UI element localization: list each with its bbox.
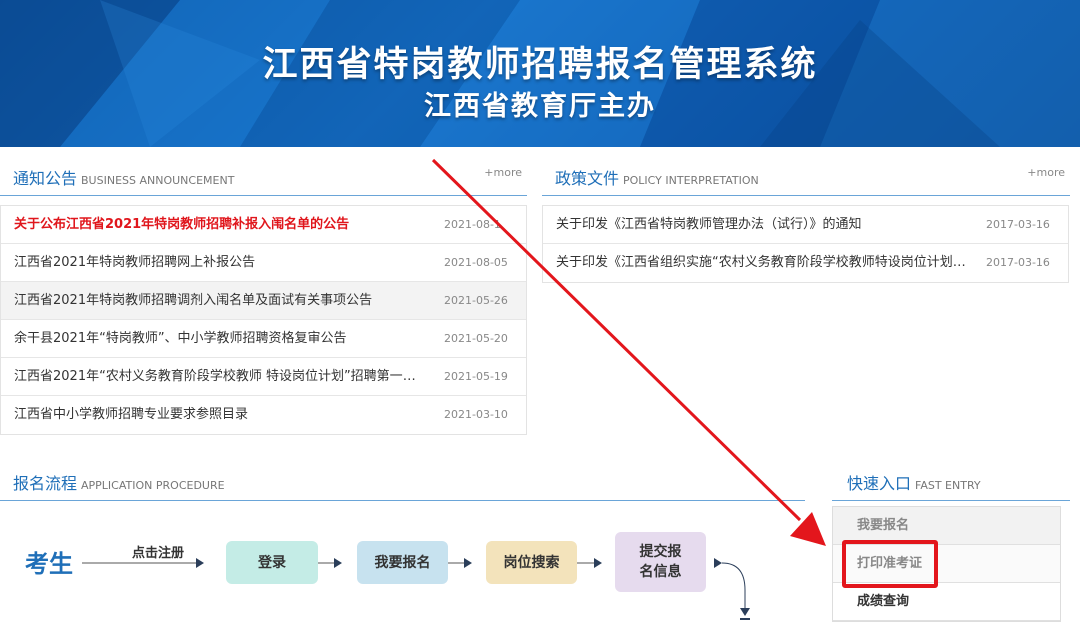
procedure-title: 报名流程 APPLICATION PROCEDURE [13,474,225,493]
policy-list: 关于印发《江西省特岗教师管理办法（试行）》的通知 2017-03-16 关于印发… [542,205,1069,283]
policy-item-date: 2017-03-16 [986,218,1050,231]
notice-title[interactable]: 余干县2021年“特岗教师”、中小学教师招聘资格复审公告 [14,320,434,358]
notice-item[interactable]: 江西省中小学教师招聘专业要求参照目录 2021-03-10 [1,396,526,434]
policy-item-title[interactable]: 关于印发《江西省组织实施“农村义务教育阶段学校教师特设岗位计划”… [556,244,971,282]
notice-item[interactable]: 江西省2021年特岗教师招聘网上补报公告 2021-08-05 [1,244,526,282]
notice-item[interactable]: 江西省2021年特岗教师招聘调剂入闱名单及面试有关事项公告 2021-05-26 [1,282,526,320]
site-subtitle: 江西省教育厅主办 [424,91,656,122]
procedure-title-en: APPLICATION PROCEDURE [81,479,225,492]
notices-more-link[interactable]: +more [484,166,522,179]
notices-title-en: BUSINESS ANNOUNCEMENT [81,174,235,187]
fast-entry-title: 快速入口 FAST ENTRY [847,474,981,493]
notice-title[interactable]: 关于公布江西省2021年特岗教师招聘补报入闱名单的公告 [14,206,434,244]
header-banner: 江西省特岗教师招聘报名管理系统 江西省教育厅主办 [0,0,1080,147]
notice-title[interactable]: 江西省2021年特岗教师招聘调剂入闱名单及面试有关事项公告 [14,282,434,320]
policy-item[interactable]: 关于印发《江西省组织实施“农村义务教育阶段学校教师特设岗位计划”… 2017-0… [543,244,1068,282]
policy-item[interactable]: 关于印发《江西省特岗教师管理办法（试行）》的通知 2017-03-16 [543,206,1068,244]
notice-item[interactable]: 关于公布江西省2021年特岗教师招聘补报入闱名单的公告 2021-08-1 [1,206,526,244]
policy-title-en: POLICY INTERPRETATION [623,174,759,187]
notice-item[interactable]: 余干县2021年“特岗教师”、中小学教师招聘资格复审公告 2021-05-20 [1,320,526,358]
policy-title: 政策文件 POLICY INTERPRETATION [555,169,759,188]
notice-title[interactable]: 江西省2021年特岗教师招聘网上补报公告 [14,244,434,282]
notices-title: 通知公告 BUSINESS ANNOUNCEMENT [13,169,235,188]
notice-date: 2021-05-20 [444,332,508,345]
step-submit-info[interactable]: 提交报 名信息 [615,532,706,592]
policy-header: 政策文件 POLICY INTERPRETATION +more [542,147,1070,196]
fast-entry-header: 快速入口 FAST ENTRY [832,452,1070,501]
fast-entry-title-en: FAST ENTRY [915,479,981,492]
procedure-flow: 考生 点击注册 登录 我要报名 岗位搜索 提交报 名信息 [0,500,805,627]
step-login[interactable]: 登录 [226,541,318,584]
notice-date: 2021-08-1 [444,218,501,231]
notices-list: 关于公布江西省2021年特岗教师招聘补报入闱名单的公告 2021-08-1 江西… [0,205,527,435]
step-position-search[interactable]: 岗位搜索 [486,541,577,584]
highlight-box [842,540,938,588]
site-title: 江西省特岗教师招聘报名管理系统 [262,45,818,85]
notice-title[interactable]: 江西省2021年“农村义务教育阶段学校教师 特设岗位计划”招聘第一批… [14,358,424,396]
procedure-header: 报名流程 APPLICATION PROCEDURE [0,452,805,501]
policy-item-date: 2017-03-16 [986,256,1050,269]
notice-item[interactable]: 江西省2021年“农村义务教育阶段学校教师 特设岗位计划”招聘第一批… 2021… [1,358,526,396]
policy-more-link[interactable]: +more [1027,166,1065,179]
notice-date: 2021-05-19 [444,370,508,383]
notice-title[interactable]: 江西省中小学教师招聘专业要求参照目录 [14,396,434,434]
policy-item-title[interactable]: 关于印发《江西省特岗教师管理办法（试行）》的通知 [556,206,976,244]
notice-date: 2021-08-05 [444,256,508,269]
notice-date: 2021-05-26 [444,294,508,307]
step-apply[interactable]: 我要报名 [357,541,448,584]
notice-date: 2021-03-10 [444,408,508,421]
notices-header: 通知公告 BUSINESS ANNOUNCEMENT +more [0,147,527,196]
fast-entry-score-query[interactable]: 成绩查询 [833,583,1060,621]
